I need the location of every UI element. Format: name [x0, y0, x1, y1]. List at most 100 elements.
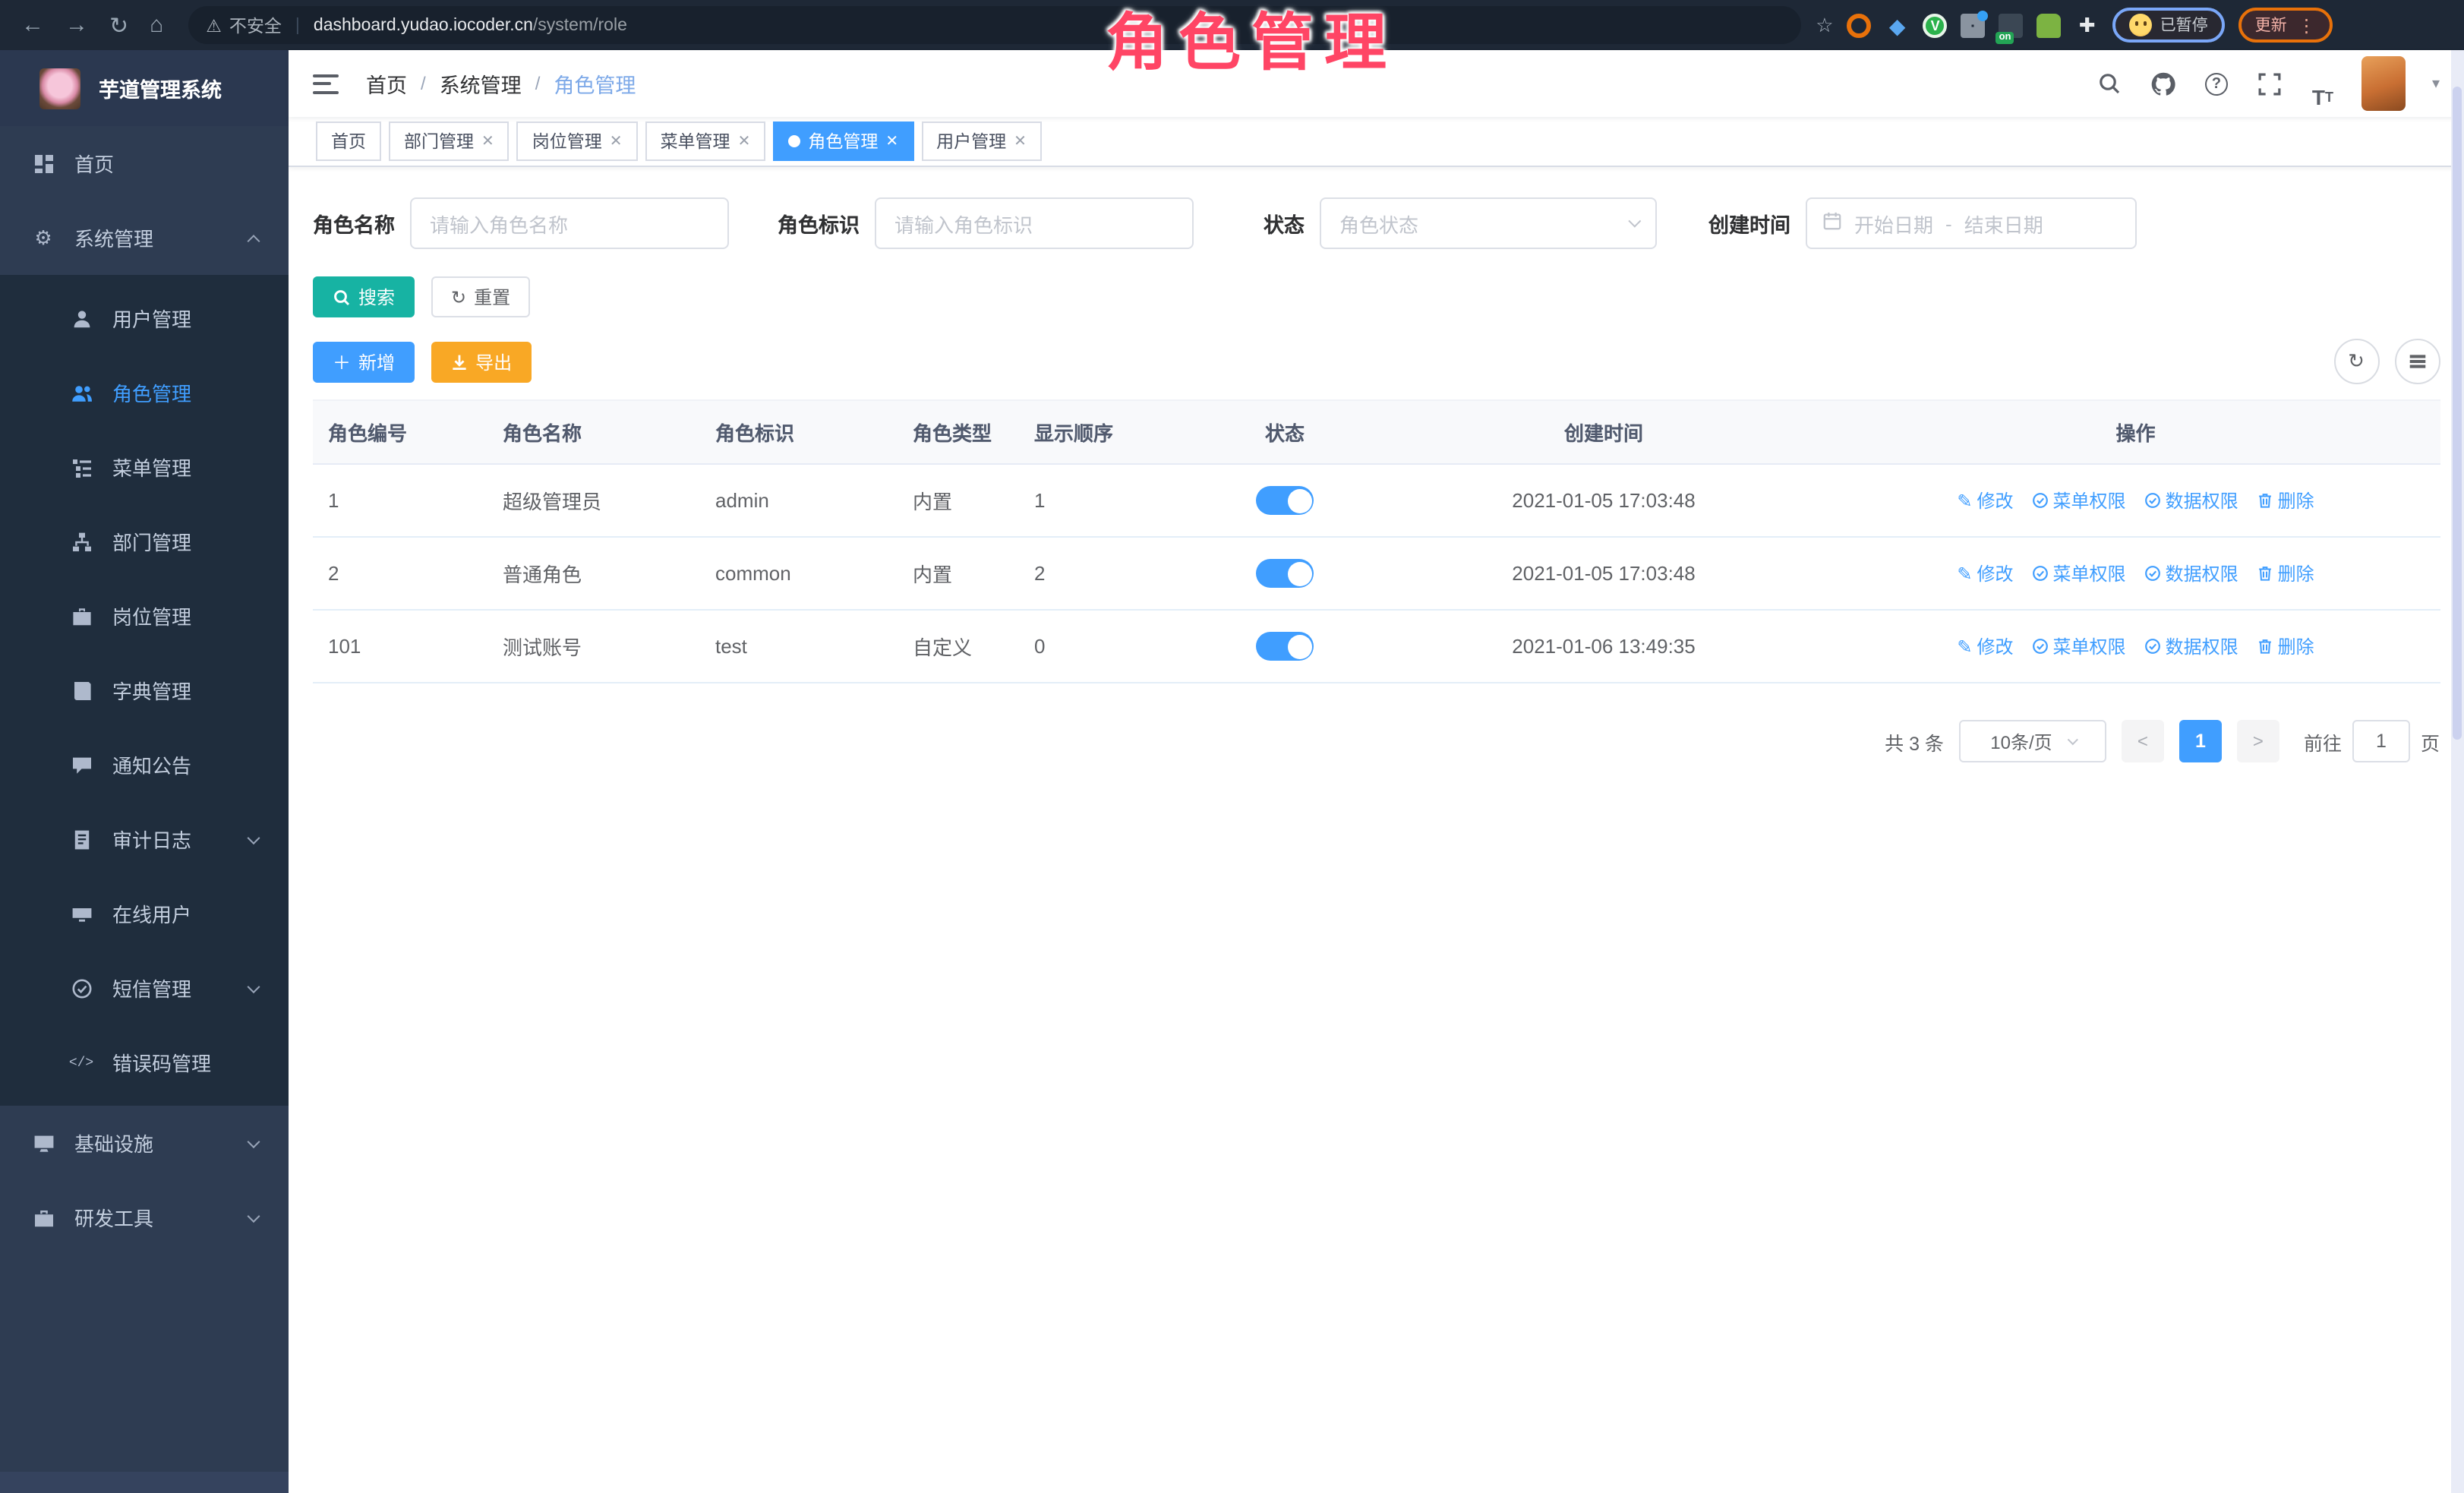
browser-menu-icon[interactable]: ⋮: [2298, 14, 2316, 36]
delete-link[interactable]: 删除: [2257, 633, 2314, 659]
profile-sync-paused[interactable]: 已暂停: [2113, 8, 2225, 43]
data-permission-link[interactable]: 数据权限: [2144, 633, 2238, 659]
delete-link[interactable]: 删除: [2257, 560, 2314, 586]
export-button[interactable]: 导出: [431, 341, 532, 382]
menu-permission-link[interactable]: 菜单权限: [2032, 633, 2126, 659]
create-time-label: 创建时间: [1708, 208, 1790, 238]
extension-icon-grid[interactable]: [1961, 13, 1986, 37]
browser-reload-icon[interactable]: ↻: [109, 11, 128, 39]
tab-post[interactable]: 岗位管理✕: [517, 122, 638, 161]
menu-permission-link[interactable]: 菜单权限: [2032, 560, 2126, 586]
fullscreen-icon[interactable]: [2256, 70, 2283, 97]
sidebar-item-online[interactable]: 在线用户: [0, 876, 289, 951]
breadcrumb-home[interactable]: 首页: [366, 68, 407, 99]
close-icon[interactable]: ✕: [481, 133, 494, 150]
sidebar-item-system[interactable]: ⚙ 系统管理: [0, 200, 289, 275]
download-icon: [451, 353, 468, 370]
extension-icon-green-v[interactable]: V: [1923, 13, 1948, 37]
sidebar-item-menu[interactable]: 菜单管理: [0, 430, 289, 504]
help-icon[interactable]: ?: [2203, 70, 2230, 97]
role-name-label: 角色名称: [313, 208, 395, 238]
status-toggle-on[interactable]: [1256, 486, 1314, 515]
extension-icon-ghost[interactable]: [2037, 13, 2062, 37]
sidebar-item-post[interactable]: 岗位管理: [0, 579, 289, 653]
data-permission-link[interactable]: 数据权限: [2144, 488, 2238, 513]
close-icon[interactable]: ✕: [738, 133, 751, 150]
sidebar-item-home[interactable]: 首页: [0, 126, 289, 200]
refresh-table-button[interactable]: ↻: [2333, 339, 2379, 384]
caret-down-icon[interactable]: ▾: [2432, 75, 2440, 92]
tab-dept[interactable]: 部门管理✕: [389, 122, 510, 161]
briefcase-icon: [70, 605, 93, 627]
user-avatar[interactable]: [2362, 56, 2406, 111]
data-permission-link[interactable]: 数据权限: [2144, 560, 2238, 586]
chrome-update-button[interactable]: 更新 ⋮: [2238, 8, 2333, 43]
extension-icon-gem[interactable]: ◆: [1885, 13, 1910, 37]
extensions-puzzle-icon[interactable]: ✚: [2075, 13, 2100, 37]
header-role-key: 角色标识: [700, 400, 898, 464]
sidebar-item-devtool[interactable]: 研发工具: [0, 1180, 289, 1255]
search-button[interactable]: 搜索: [313, 276, 415, 317]
role-name-input[interactable]: 请输入角色名称: [410, 197, 729, 249]
org-tree-icon: [70, 531, 93, 552]
sidebar-item-infra[interactable]: 基础设施: [0, 1106, 289, 1180]
menu-permission-link[interactable]: 菜单权限: [2032, 488, 2126, 513]
toolbox-icon: [32, 1207, 55, 1228]
browser-back-icon[interactable]: ←: [21, 12, 44, 38]
sidebar-item-audit[interactable]: 审计日志: [0, 802, 289, 876]
edit-link[interactable]: ✎修改: [1957, 633, 2013, 659]
circle-check-icon: [2032, 638, 2049, 655]
sidebar: 芋道管理系统 首页 ⚙ 系统管理 用户管理: [0, 50, 289, 1493]
bookmark-star-icon[interactable]: ☆: [1816, 13, 1833, 37]
add-button[interactable]: ＋ 新增: [313, 341, 415, 382]
address-bar[interactable]: ⚠ 不安全 | dashboard.yudao.iocoder.cn/syste…: [188, 6, 1800, 44]
date-range-picker[interactable]: 开始日期 - 结束日期: [1806, 197, 2137, 249]
hamburger-icon[interactable]: [313, 74, 339, 93]
security-warning[interactable]: ⚠ 不安全: [206, 13, 282, 37]
tab-home[interactable]: 首页: [316, 122, 381, 161]
search-actions: 搜索 ↻ 重置: [313, 276, 2440, 317]
sidebar-item-sms[interactable]: 短信管理: [0, 951, 289, 1025]
column-settings-button[interactable]: [2394, 339, 2440, 384]
sidebar-item-role[interactable]: 角色管理: [0, 355, 289, 430]
edit-link[interactable]: ✎修改: [1957, 560, 2013, 586]
sidebar-item-dept[interactable]: 部门管理: [0, 504, 289, 579]
font-size-icon[interactable]: TT: [2309, 84, 2336, 111]
role-key-input[interactable]: 请输入角色标识: [875, 197, 1194, 249]
tab-menu[interactable]: 菜单管理✕: [645, 122, 766, 161]
close-icon[interactable]: ✕: [1014, 133, 1027, 150]
status-select[interactable]: 角色状态: [1320, 197, 1657, 249]
reset-button[interactable]: ↻ 重置: [431, 276, 530, 317]
breadcrumb-separator: /: [421, 73, 426, 94]
close-icon[interactable]: ✕: [885, 133, 898, 150]
status-toggle-on[interactable]: [1256, 632, 1314, 661]
page-scrollbar[interactable]: [2450, 50, 2464, 1493]
sidebar-item-errcode[interactable]: </> 错误码管理: [0, 1025, 289, 1100]
search-icon[interactable]: [2096, 70, 2124, 97]
extension-icon-orange[interactable]: [1847, 13, 1872, 37]
status-toggle-on[interactable]: [1256, 559, 1314, 588]
next-page-button[interactable]: >: [2237, 720, 2279, 762]
current-page[interactable]: 1: [2179, 720, 2222, 762]
prev-page-button[interactable]: <: [2122, 720, 2164, 762]
delete-link[interactable]: 删除: [2257, 488, 2314, 513]
tab-role[interactable]: 角色管理✕: [773, 122, 913, 161]
sidebar-item-dict[interactable]: 字典管理: [0, 653, 289, 728]
github-icon[interactable]: [2150, 70, 2177, 97]
sidebar-item-notice[interactable]: 通知公告: [0, 728, 289, 802]
extension-icon-switch[interactable]: on: [1999, 13, 2024, 37]
sidebar-item-user[interactable]: 用户管理: [0, 281, 289, 355]
breadcrumb-system[interactable]: 系统管理: [440, 68, 522, 99]
page-size-select[interactable]: 10条/页: [1959, 720, 2106, 762]
browser-home-icon[interactable]: ⌂: [150, 12, 163, 38]
chevron-down-icon: [248, 831, 260, 844]
scrollbar-thumb[interactable]: [2453, 87, 2462, 740]
goto-page-input[interactable]: 1: [2352, 720, 2410, 762]
browser-forward-icon[interactable]: →: [65, 12, 88, 38]
edit-link[interactable]: ✎修改: [1957, 488, 2013, 513]
tree-table-icon: [70, 456, 93, 478]
url-host: dashboard.yudao.iocoder.cn: [314, 16, 533, 34]
app-logo[interactable]: 芋道管理系统: [0, 50, 289, 126]
tab-user[interactable]: 用户管理✕: [921, 122, 1042, 161]
close-icon[interactable]: ✕: [610, 133, 623, 150]
